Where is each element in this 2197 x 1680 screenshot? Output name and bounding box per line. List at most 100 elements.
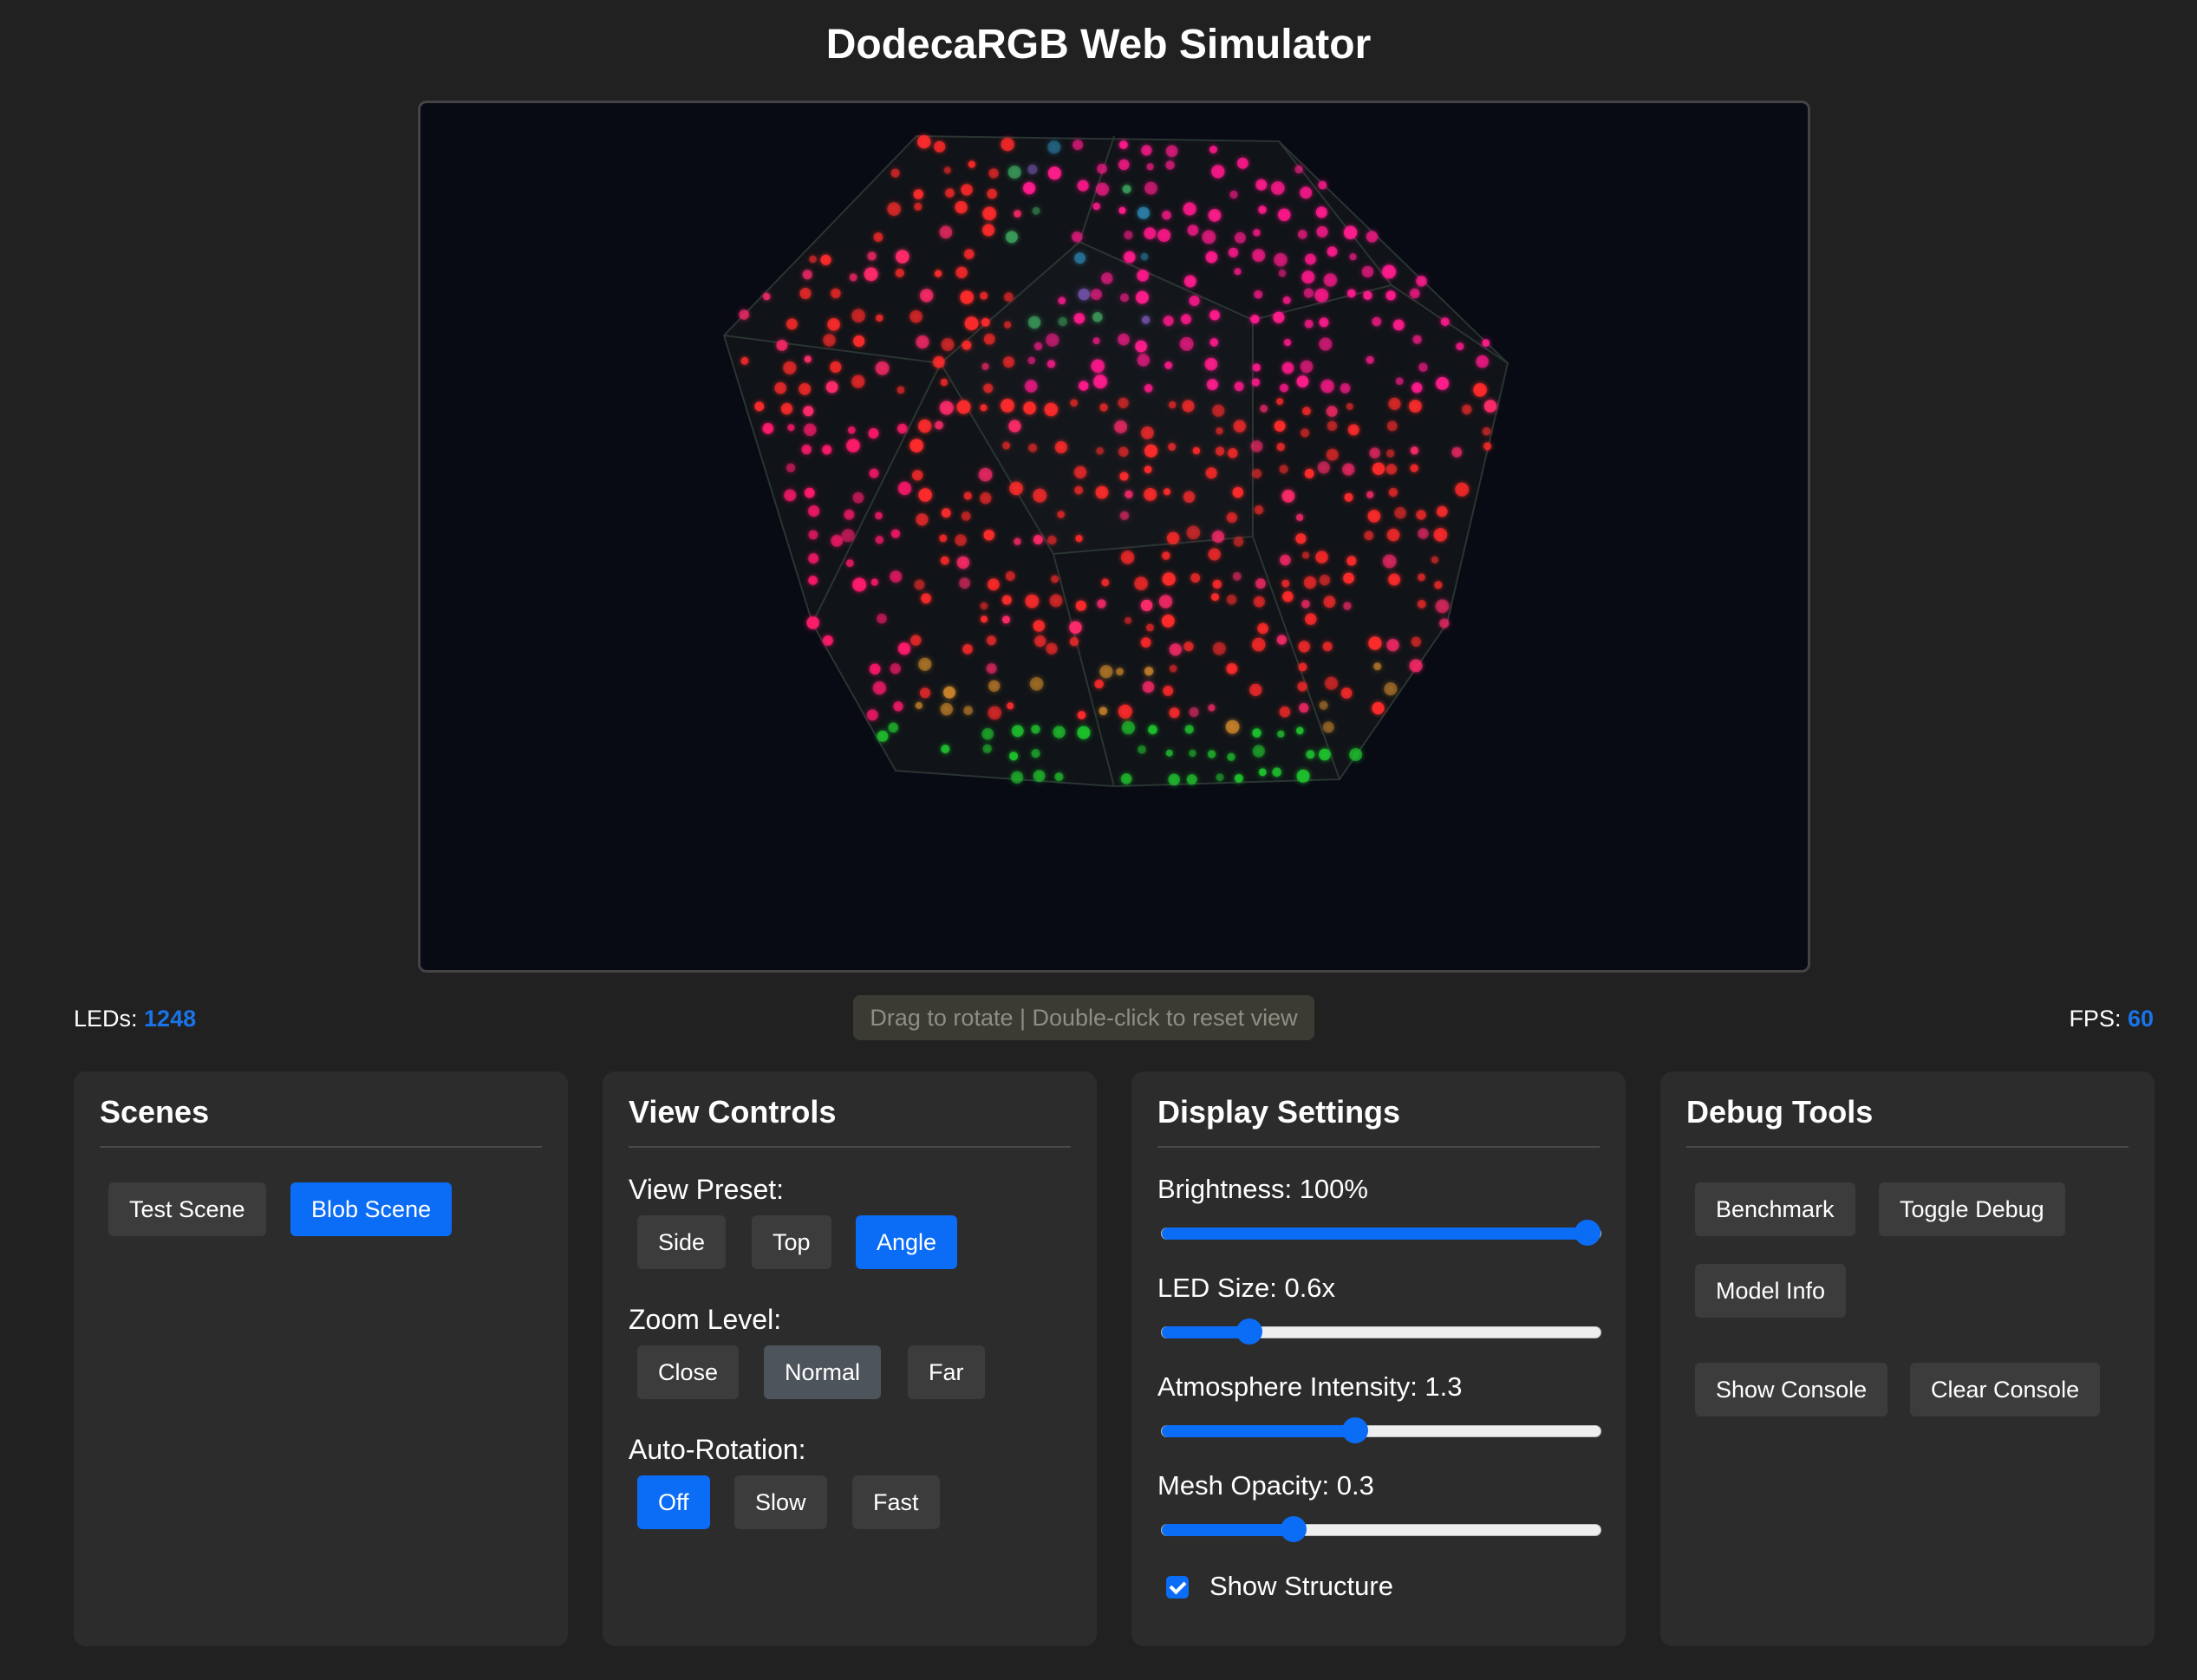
led-point (988, 578, 1000, 590)
led-point (853, 335, 865, 348)
mesh-opacity-slider-thumb[interactable] (1280, 1516, 1307, 1542)
led-point (945, 188, 955, 198)
led-point (1097, 599, 1106, 609)
led-point (1164, 361, 1172, 369)
led-point (1340, 383, 1351, 394)
led-point (1418, 362, 1428, 373)
led-point (981, 727, 994, 740)
led-point (897, 481, 912, 495)
led-point (939, 534, 948, 543)
led-point (1439, 618, 1450, 628)
mesh-opacity-slider-fill (1162, 1524, 1294, 1536)
led-point (1385, 464, 1398, 475)
rotation-fast-button[interactable]: Fast (852, 1475, 940, 1529)
led-point (1410, 446, 1418, 455)
view-angle-button[interactable]: Angle (856, 1215, 958, 1269)
led-point (1320, 379, 1334, 394)
led-point (1033, 488, 1047, 503)
led-point (1162, 572, 1176, 586)
led-point (844, 509, 855, 520)
led-point (1416, 276, 1427, 287)
led-point (1207, 750, 1216, 759)
brightness-slider-thumb[interactable] (1574, 1220, 1600, 1246)
benchmark-button[interactable]: Benchmark (1695, 1182, 1855, 1236)
led-point (1004, 321, 1012, 329)
zoom-far-button[interactable]: Far (908, 1345, 985, 1399)
dodecahedron-render[interactable] (420, 103, 1808, 970)
led-point (1144, 227, 1157, 239)
page-title: DodecaRGB Web Simulator (825, 22, 1372, 68)
led-point (806, 616, 819, 629)
mesh-opacity-label: Mesh Opacity: 0.3 (1157, 1470, 1374, 1501)
zoom-close-button[interactable]: Close (637, 1345, 740, 1399)
led-point (1282, 296, 1291, 304)
rotation-off-button[interactable]: Off (637, 1475, 710, 1529)
led-point (1281, 489, 1295, 503)
led-point (803, 406, 814, 417)
test-scene-button[interactable]: Test Scene (108, 1182, 266, 1236)
atmosphere-slider[interactable] (1161, 1417, 1601, 1443)
led-point (1202, 230, 1216, 244)
scenes-panel: Scenes Test Scene Blob Scene (74, 1071, 568, 1646)
led-point (1025, 594, 1040, 609)
clear-console-button[interactable]: Clear Console (1910, 1363, 2101, 1416)
led-point (1009, 752, 1019, 761)
show-structure-label[interactable]: Show Structure (1209, 1571, 1393, 1602)
led-point (890, 663, 901, 674)
led-point (1189, 296, 1200, 306)
led-point (1273, 311, 1285, 323)
led-point (918, 657, 932, 671)
led-point (1186, 525, 1201, 540)
led-point (962, 644, 973, 654)
led-point (867, 251, 877, 261)
toggle-debug-button[interactable]: Toggle Debug (1879, 1182, 2065, 1236)
led-point (980, 602, 988, 610)
led-point (1363, 290, 1372, 300)
led-point (1215, 446, 1225, 456)
view-top-button[interactable]: Top (752, 1215, 831, 1269)
led-point (1168, 773, 1180, 785)
led-point (869, 663, 881, 675)
led-point (1364, 531, 1374, 541)
led-point (1295, 513, 1304, 522)
led-size-slider-thumb[interactable] (1236, 1319, 1263, 1345)
led-point (1386, 639, 1399, 652)
led-point (1296, 726, 1304, 735)
led-point (1316, 225, 1328, 238)
led-point (1187, 225, 1199, 236)
led-point (1252, 728, 1261, 738)
show-structure-checkbox[interactable] (1166, 1576, 1189, 1599)
led-point (1388, 573, 1400, 586)
led-point (1168, 400, 1177, 409)
led-point (1412, 335, 1422, 344)
rotate-hint: Drag to rotate | Double-click to reset v… (853, 995, 1314, 1040)
led-point (876, 314, 883, 322)
led-point (1094, 679, 1104, 689)
3d-viewport-canvas[interactable] (418, 101, 1810, 973)
atmosphere-slider-thumb[interactable] (1341, 1417, 1368, 1443)
led-point (1135, 340, 1147, 353)
mesh-opacity-slider[interactable] (1161, 1516, 1601, 1542)
led-point (1031, 725, 1040, 734)
led-point (1057, 511, 1065, 518)
show-console-button[interactable]: Show Console (1695, 1363, 1888, 1416)
led-point (1258, 768, 1267, 777)
led-point (1251, 378, 1260, 387)
model-info-button[interactable]: Model Info (1695, 1264, 1847, 1318)
brightness-slider[interactable] (1161, 1220, 1601, 1246)
led-point (1134, 576, 1148, 590)
led-size-slider[interactable] (1161, 1319, 1601, 1345)
zoom-normal-button[interactable]: Normal (764, 1345, 882, 1399)
led-point (1146, 163, 1154, 171)
led-point (1257, 622, 1268, 635)
led-point (1253, 229, 1261, 237)
blob-scene-button[interactable]: Blob Scene (290, 1182, 453, 1236)
led-point (1096, 446, 1104, 455)
led-point (1046, 333, 1059, 347)
led-point (896, 386, 905, 394)
led-point (1323, 596, 1336, 609)
led-point (1093, 374, 1107, 389)
view-side-button[interactable]: Side (637, 1215, 727, 1269)
led-point (1322, 721, 1334, 733)
rotation-slow-button[interactable]: Slow (734, 1475, 827, 1529)
